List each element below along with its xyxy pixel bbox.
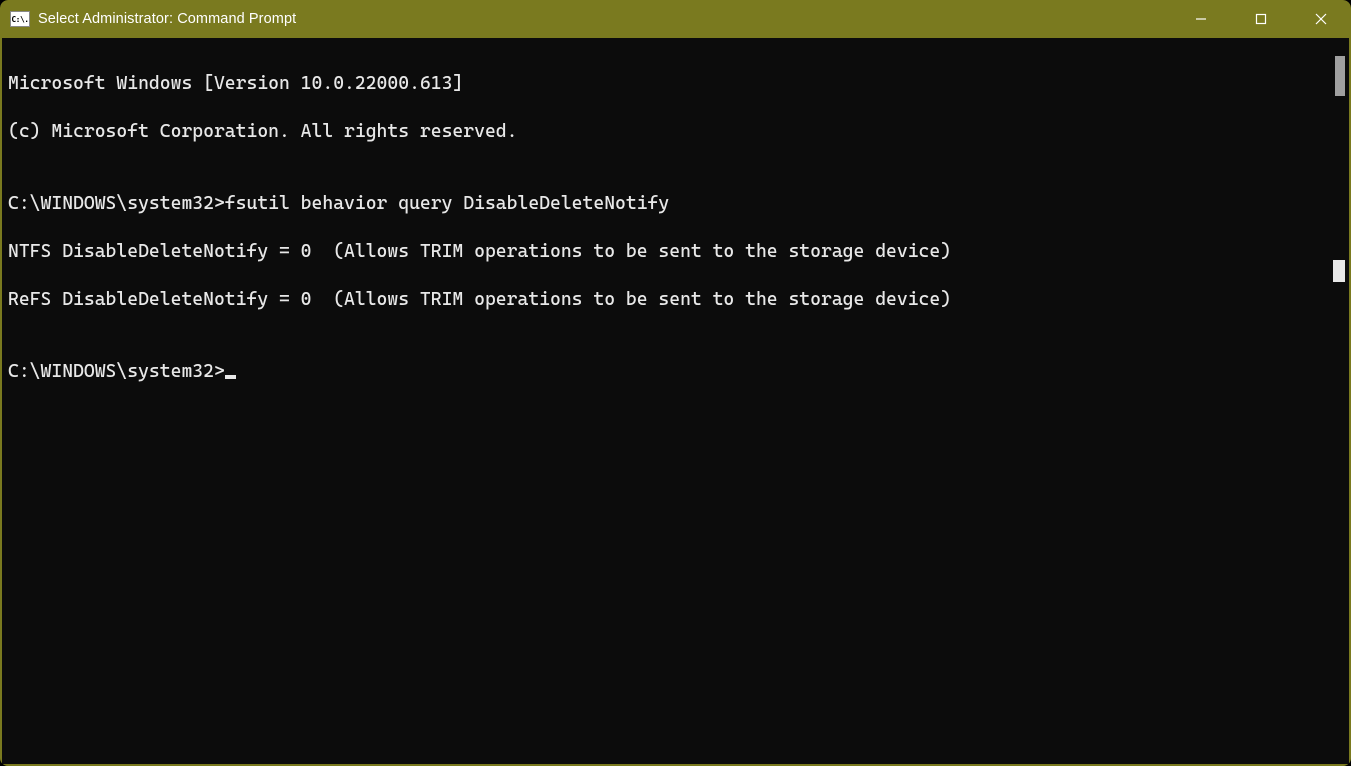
maximize-button[interactable] — [1231, 0, 1291, 38]
close-icon — [1315, 13, 1327, 25]
maximize-icon — [1255, 13, 1267, 25]
cursor-block — [225, 375, 236, 379]
terminal-output[interactable]: Microsoft Windows [Version 10.0.22000.61… — [2, 38, 1327, 764]
terminal-line: ReFS DisableDeleteNotify = 0 (Allows TRI… — [8, 288, 1325, 312]
terminal-prompt: C:\WINDOWS\system32> — [8, 361, 225, 382]
scroll-thumb[interactable] — [1335, 56, 1345, 96]
terminal-line: C:\WINDOWS\system32>fsutil behavior quer… — [8, 192, 1325, 216]
command-prompt-window: C:\. Select Administrator: Command Promp… — [0, 0, 1351, 766]
terminal-line: (c) Microsoft Corporation. All rights re… — [8, 120, 1325, 144]
close-button[interactable] — [1291, 0, 1351, 38]
cmd-icon: C:\. — [10, 11, 30, 27]
terminal-area[interactable]: Microsoft Windows [Version 10.0.22000.61… — [0, 38, 1351, 766]
title-bar-left: C:\. Select Administrator: Command Promp… — [0, 11, 1171, 27]
minimize-icon — [1195, 13, 1207, 25]
window-title: Select Administrator: Command Prompt — [38, 11, 296, 27]
terminal-prompt-line: C:\WINDOWS\system32> — [8, 360, 1325, 384]
minimize-button[interactable] — [1171, 0, 1231, 38]
selection-block — [1333, 260, 1345, 282]
cmd-icon-text: C:\. — [11, 15, 28, 24]
terminal-line: NTFS DisableDeleteNotify = 0 (Allows TRI… — [8, 240, 1325, 264]
title-bar[interactable]: C:\. Select Administrator: Command Promp… — [0, 0, 1351, 38]
window-controls — [1171, 0, 1351, 38]
terminal-line: Microsoft Windows [Version 10.0.22000.61… — [8, 72, 1325, 96]
scrollbar[interactable] — [1329, 38, 1349, 764]
